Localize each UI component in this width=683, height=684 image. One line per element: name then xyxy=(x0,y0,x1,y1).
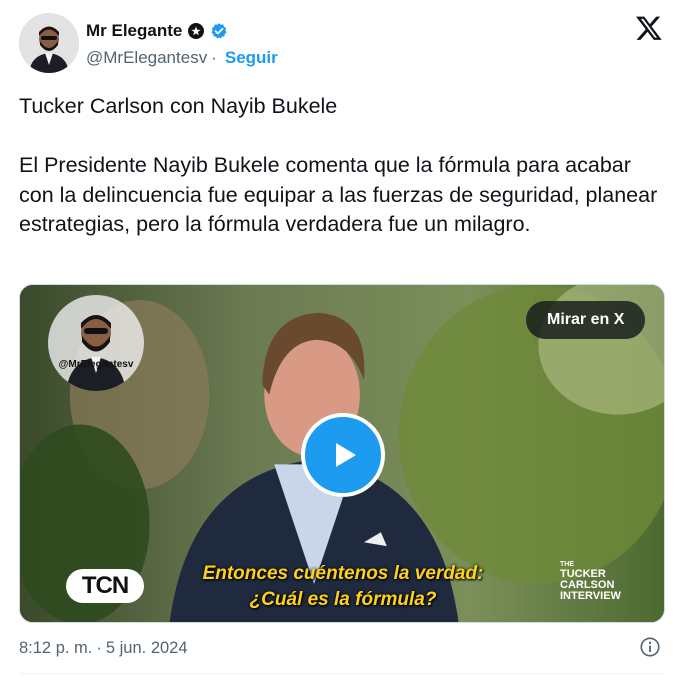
follow-button[interactable]: Seguir xyxy=(225,48,278,68)
tweet-text: Tucker Carlson con Nayib Bukele El Presi… xyxy=(19,94,658,236)
play-icon xyxy=(336,443,356,467)
author-handle-row: @MrElegantesv · Seguir xyxy=(86,47,278,69)
badge-icon xyxy=(188,23,205,39)
author-display-name[interactable]: Mr Elegante xyxy=(86,21,182,41)
channel-watermark: @MrElegantesv xyxy=(48,295,144,391)
tweet-date: 5 jun. 2024 xyxy=(105,638,188,657)
watermark-text: @MrElegantesv xyxy=(58,359,134,370)
show-logo-line3: INTERVIEW xyxy=(560,590,621,602)
avatar[interactable] xyxy=(19,13,79,73)
author-handle[interactable]: @MrElegantesv xyxy=(86,48,207,68)
show-logo: THE TUCKER CARLSON INTERVIEW xyxy=(560,561,640,602)
tweet-timestamp[interactable]: 8:12 p. m. · 5 jun. 2024 xyxy=(19,637,188,659)
author-name-row: Mr Elegante xyxy=(86,20,228,42)
divider xyxy=(19,673,664,674)
handle-separator: · xyxy=(211,48,217,67)
tweet-embed-card: Mr Elegante @MrElegantesv · Seguir Tucke… xyxy=(0,0,683,684)
profile-avatar-icon xyxy=(19,13,79,73)
tweet-time: 8:12 p. m. xyxy=(19,638,93,657)
info-icon[interactable] xyxy=(639,636,661,658)
video-player[interactable]: @MrElegantesv Mirar en X TCN Entonces cu… xyxy=(19,284,665,623)
watermark-avatar-icon xyxy=(66,315,126,391)
watch-on-x-button[interactable]: Mirar en X xyxy=(526,301,646,339)
timestamp-separator: · xyxy=(96,638,102,657)
x-logo-icon[interactable] xyxy=(635,14,663,42)
verified-icon xyxy=(211,23,227,39)
play-button[interactable] xyxy=(301,413,385,497)
